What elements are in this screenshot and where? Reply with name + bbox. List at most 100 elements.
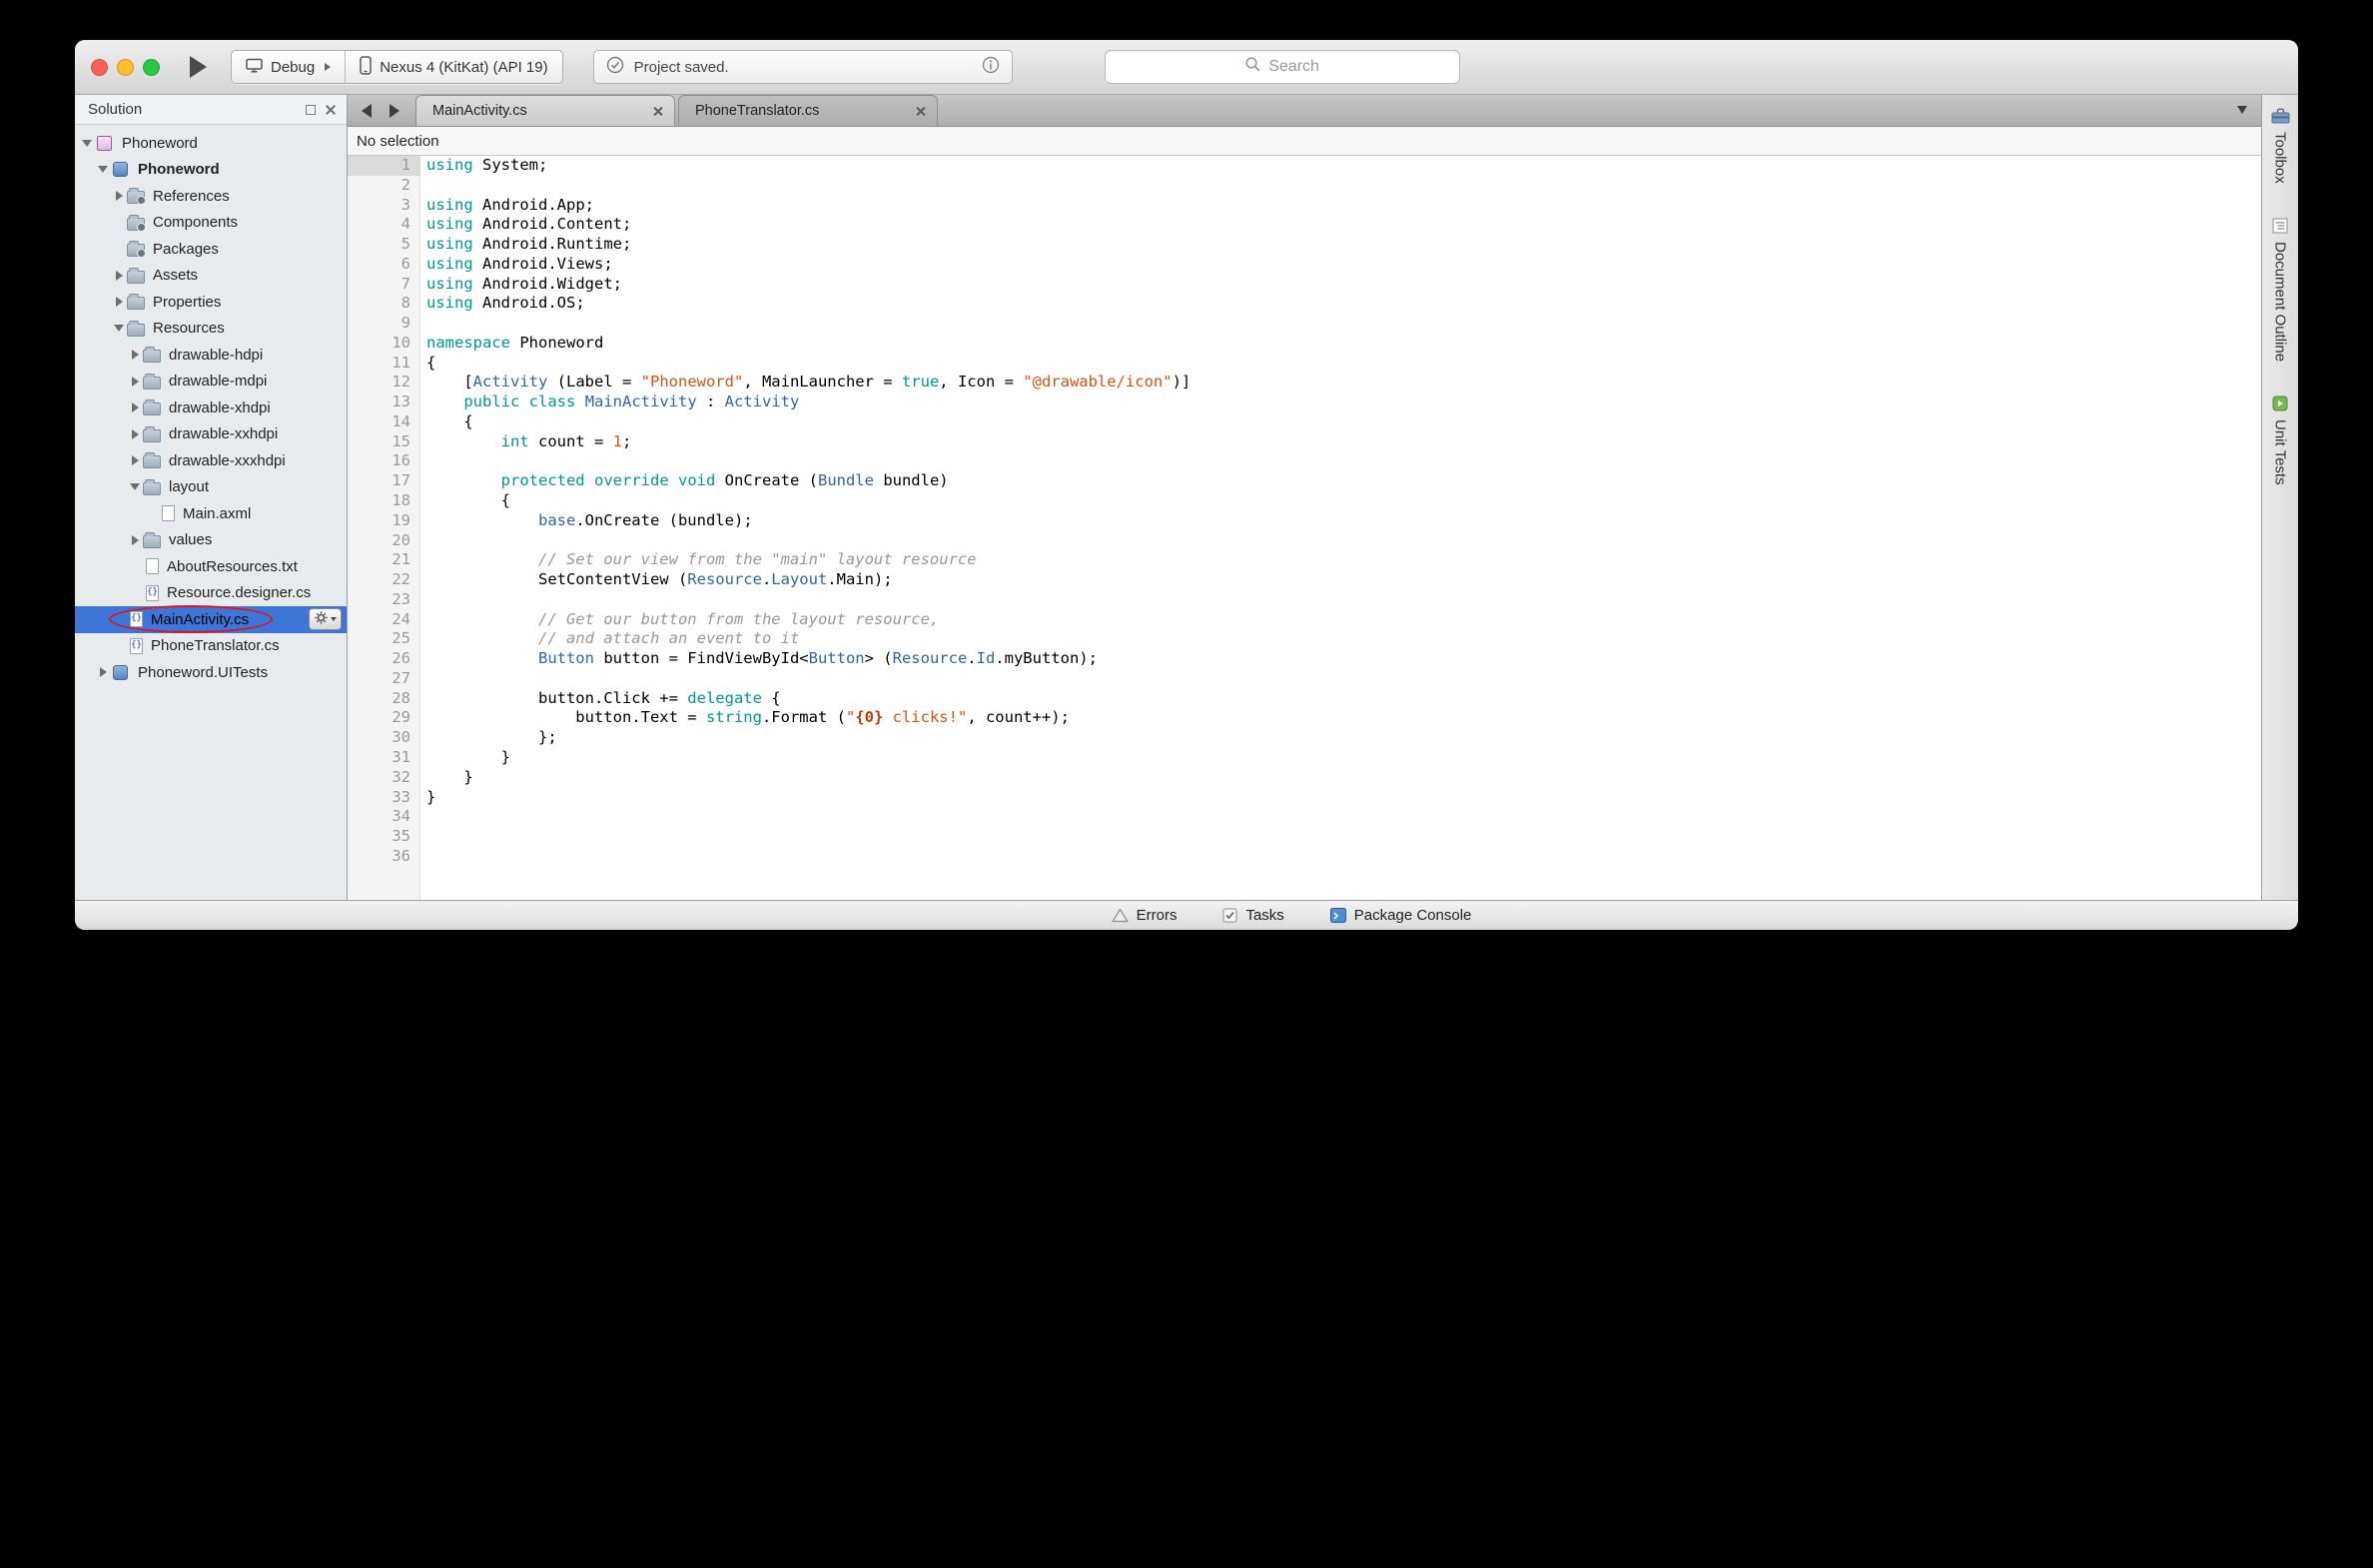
tree-item-phoneword[interactable]: Phoneword	[75, 157, 347, 184]
tree-item-drawable-hdpi[interactable]: drawable-hdpi	[75, 342, 347, 369]
code-line[interactable]: 34	[348, 807, 2261, 827]
tree-item-phoneword[interactable]: Phoneword	[75, 130, 347, 157]
code-line[interactable]: 21 // Set our view from the "main" layou…	[348, 550, 2261, 570]
line-number[interactable]: 28	[348, 689, 420, 709]
line-number[interactable]: 24	[348, 610, 420, 630]
line-number[interactable]: 10	[348, 334, 420, 354]
close-tab-icon[interactable]	[915, 105, 927, 117]
statusbar-button-errors[interactable]: Errors	[1112, 907, 1178, 924]
line-number[interactable]: 12	[348, 373, 420, 392]
line-number[interactable]: 31	[348, 748, 420, 768]
statusbar-button-package-console[interactable]: Package Console	[1330, 907, 1472, 924]
line-number[interactable]: 7	[348, 275, 420, 295]
code-line[interactable]: 8using Android.OS;	[348, 294, 2261, 314]
line-number[interactable]: 34	[348, 807, 420, 827]
code-line[interactable]: 27	[348, 669, 2261, 689]
line-number[interactable]: 25	[348, 629, 420, 649]
disclosure-closed-icon[interactable]	[111, 297, 127, 307]
code-line[interactable]: 22 SetContentView (Resource.Layout.Main)…	[348, 570, 2261, 590]
run-button[interactable]	[190, 56, 207, 78]
line-number[interactable]: 4	[348, 215, 420, 235]
tree-item-drawable-mdpi[interactable]: drawable-mdpi	[75, 369, 347, 395]
close-window-button[interactable]	[91, 59, 108, 76]
code-line[interactable]: 18 {	[348, 491, 2261, 511]
line-number[interactable]: 29	[348, 708, 420, 728]
code-line[interactable]: 3using Android.App;	[348, 196, 2261, 216]
tree-item-references[interactable]: References	[75, 183, 347, 210]
statusbar-button-tasks[interactable]: Tasks	[1222, 907, 1283, 924]
line-number[interactable]: 20	[348, 531, 420, 551]
navigate-forward-icon[interactable]	[390, 104, 399, 118]
disclosure-open-icon[interactable]	[95, 166, 111, 173]
code-line[interactable]: 33}	[348, 788, 2261, 808]
disclosure-closed-icon[interactable]	[127, 350, 143, 360]
line-number[interactable]: 23	[348, 590, 420, 610]
line-number[interactable]: 26	[348, 649, 420, 669]
line-number[interactable]: 2	[348, 176, 420, 196]
disclosure-closed-icon[interactable]	[95, 667, 111, 677]
line-number[interactable]: 8	[348, 294, 420, 314]
navigate-back-icon[interactable]	[362, 104, 372, 118]
line-number[interactable]: 13	[348, 392, 420, 412]
code-line[interactable]: 2	[348, 176, 2261, 196]
code-line[interactable]: 32 }	[348, 768, 2261, 788]
line-number[interactable]: 3	[348, 196, 420, 216]
tree-item-assets[interactable]: Assets	[75, 263, 347, 290]
disclosure-closed-icon[interactable]	[127, 377, 143, 387]
line-number[interactable]: 19	[348, 511, 420, 531]
code-line[interactable]: 13 public class MainActivity : Activity	[348, 392, 2261, 412]
code-line[interactable]: 20	[348, 531, 2261, 551]
code-editor[interactable]: 1using System;23using Android.App;4using…	[348, 156, 2261, 900]
code-line[interactable]: 23	[348, 590, 2261, 610]
close-pad-icon[interactable]	[325, 104, 337, 116]
disclosure-closed-icon[interactable]	[127, 455, 143, 465]
code-line[interactable]: 31 }	[348, 748, 2261, 768]
tree-item-layout[interactable]: layout	[75, 474, 347, 501]
disclosure-closed-icon[interactable]	[111, 271, 127, 281]
sidebar-tab-document-outline[interactable]: Document Outline	[2272, 218, 2289, 362]
line-number[interactable]: 27	[348, 669, 420, 689]
code-line[interactable]: 16	[348, 451, 2261, 471]
configuration-selector[interactable]: Debug	[232, 51, 345, 83]
disclosure-closed-icon[interactable]	[127, 402, 143, 412]
line-number[interactable]: 15	[348, 432, 420, 452]
close-tab-icon[interactable]	[652, 105, 664, 117]
item-options-button[interactable]	[309, 608, 342, 630]
code-line[interactable]: 7using Android.Widget;	[348, 275, 2261, 295]
tree-item-mainactivity-cs[interactable]: MainActivity.cs	[75, 606, 347, 633]
tab-phonetranslator-cs[interactable]: PhoneTranslator.cs	[678, 95, 938, 126]
info-icon[interactable]	[982, 56, 1000, 78]
code-line[interactable]: 26 Button button = FindViewById<Button> …	[348, 649, 2261, 669]
disclosure-closed-icon[interactable]	[127, 429, 143, 439]
search-input[interactable]: Search	[1105, 50, 1460, 84]
line-number[interactable]: 14	[348, 412, 420, 432]
tree-item-components[interactable]: Components	[75, 210, 347, 237]
sidebar-tab-unit-tests[interactable]: Unit Tests	[2272, 395, 2289, 485]
line-number[interactable]: 33	[348, 788, 420, 808]
line-number[interactable]: 9	[348, 314, 420, 334]
line-number[interactable]: 17	[348, 471, 420, 491]
code-line[interactable]: 19 base.OnCreate (bundle);	[348, 511, 2261, 531]
tree-item-values[interactable]: values	[75, 527, 347, 554]
code-line[interactable]: 5using Android.Runtime;	[348, 235, 2261, 255]
sidebar-tab-toolbox[interactable]: Toolbox	[2271, 107, 2290, 184]
code-line[interactable]: 25 // and attach an event to it	[348, 629, 2261, 649]
code-line[interactable]: 4using Android.Content;	[348, 215, 2261, 235]
tree-item-drawable-xhdpi[interactable]: drawable-xhdpi	[75, 394, 347, 421]
code-line[interactable]: 24 // Get our button from the layout res…	[348, 610, 2261, 630]
code-line[interactable]: 11{	[348, 354, 2261, 374]
code-line[interactable]: 15 int count = 1;	[348, 432, 2261, 452]
line-number[interactable]: 6	[348, 255, 420, 275]
code-line[interactable]: 17 protected override void OnCreate (Bun…	[348, 471, 2261, 491]
code-line[interactable]: 28 button.Click += delegate {	[348, 689, 2261, 709]
tree-item-phonetranslator-cs[interactable]: PhoneTranslator.cs	[75, 633, 347, 660]
line-number[interactable]: 5	[348, 235, 420, 255]
code-line[interactable]: 6using Android.Views;	[348, 255, 2261, 275]
disclosure-open-icon[interactable]	[127, 483, 143, 490]
disclosure-open-icon[interactable]	[111, 325, 127, 332]
line-number[interactable]: 21	[348, 550, 420, 570]
line-number[interactable]: 18	[348, 491, 420, 511]
code-line[interactable]: 36	[348, 847, 2261, 867]
tree-item-drawable-xxxhdpi[interactable]: drawable-xxxhdpi	[75, 447, 347, 474]
device-selector[interactable]: Nexus 4 (KitKat) (API 19)	[345, 51, 561, 83]
